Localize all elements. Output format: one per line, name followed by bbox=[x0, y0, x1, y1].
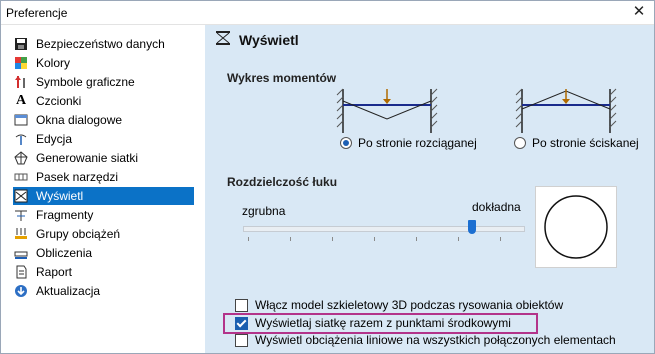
calculations-icon bbox=[13, 245, 29, 261]
title-bar: Preferencje ✕ bbox=[1, 1, 654, 25]
floppy-disk-icon bbox=[13, 36, 29, 52]
fragments-icon bbox=[13, 207, 29, 223]
checkbox-label: Włącz model szkieletowy 3D podczas rysow… bbox=[255, 298, 564, 312]
radio-button[interactable] bbox=[340, 137, 352, 149]
checkbox[interactable] bbox=[235, 298, 248, 312]
radio-label: Po stronie rozciąganej bbox=[358, 136, 477, 150]
report-icon bbox=[13, 264, 29, 280]
slider-tick bbox=[416, 237, 417, 241]
slider-tick bbox=[248, 237, 249, 241]
checkbox-label: Wyświetlaj siatkę razem z punktami środk… bbox=[255, 316, 511, 330]
sidebar: Bezpieczeństwo danych Kolory Symbole gra… bbox=[1, 25, 202, 353]
preferences-window: Preferencje ✕ Bezpieczeństwo danych Kolo… bbox=[0, 0, 655, 354]
color-palette-icon bbox=[13, 55, 29, 71]
sidebar-item-update[interactable]: Aktualizacja bbox=[13, 282, 194, 300]
wireframe-3d-checkbox[interactable]: Włącz model szkieletowy 3D podczas rysow… bbox=[235, 298, 563, 312]
sidebar-item-toolbar[interactable]: Pasek narzędzi bbox=[13, 168, 194, 186]
radio-label: Po stronie ściskanej bbox=[532, 136, 639, 150]
update-icon bbox=[13, 283, 29, 299]
mesh-with-midpoints-checkbox[interactable]: Wyświetlaj siatkę razem z punktami środk… bbox=[235, 316, 511, 330]
sidebar-item-edit[interactable]: Edycja bbox=[13, 130, 194, 148]
sidebar-item-load-groups[interactable]: Grupy obciążeń bbox=[13, 225, 194, 243]
sidebar-item-fonts[interactable]: A Czcionki bbox=[13, 92, 194, 110]
toolbar-icon bbox=[13, 169, 29, 185]
sidebar-item-label: Raport bbox=[36, 265, 73, 279]
arc-preview bbox=[535, 186, 617, 268]
mesh-icon bbox=[13, 150, 29, 166]
sidebar-item-label: Okna dialogowe bbox=[36, 113, 123, 127]
sidebar-item-label: Kolory bbox=[36, 56, 71, 70]
panel-header: Wyświetl bbox=[215, 31, 299, 48]
slider-tick bbox=[332, 237, 333, 241]
sidebar-item-mesh-generation[interactable]: Generowanie siatki bbox=[13, 149, 194, 167]
sidebar-item-label: Wyświetl bbox=[36, 189, 84, 203]
sidebar-item-label: Symbole graficzne bbox=[36, 75, 135, 89]
sidebar-item-label: Fragmenty bbox=[36, 208, 94, 222]
checkbox-label: Wyświetl obciążenia liniowe na wszystkic… bbox=[255, 333, 616, 347]
tension-side-diagram bbox=[336, 88, 438, 133]
slider-min-label: zgrubna bbox=[242, 204, 286, 218]
graphic-symbols-icon bbox=[13, 74, 29, 90]
sidebar-item-colors[interactable]: Kolory bbox=[13, 54, 194, 72]
sidebar-item-label: Obliczenia bbox=[36, 246, 93, 260]
compression-side-radio[interactable]: Po stronie ściskanej bbox=[514, 136, 639, 150]
dialog-window-icon bbox=[13, 112, 29, 128]
slider-tick bbox=[500, 237, 501, 241]
sidebar-item-label: Aktualizacja bbox=[36, 284, 101, 298]
display-icon bbox=[215, 31, 231, 48]
sidebar-item-graphic-symbols[interactable]: Symbole graficzne bbox=[13, 73, 194, 91]
sidebar-item-dialogs[interactable]: Okna dialogowe bbox=[13, 111, 194, 129]
close-icon[interactable]: ✕ bbox=[630, 3, 648, 21]
arc-resolution-title: Rozdzielczość łuku bbox=[227, 175, 338, 189]
moment-chart-title: Wykres momentów bbox=[227, 71, 337, 85]
page-title: Wyświetl bbox=[239, 31, 299, 48]
sidebar-item-label: Generowanie siatki bbox=[36, 151, 139, 165]
sidebar-item-calculations[interactable]: Obliczenia bbox=[13, 244, 194, 262]
linear-loads-checkbox[interactable]: Wyświetl obciążenia liniowe na wszystkic… bbox=[235, 333, 616, 347]
slider-tick bbox=[458, 237, 459, 241]
tension-side-radio[interactable]: Po stronie rozciąganej bbox=[340, 136, 477, 150]
arc-resolution-slider-track[interactable] bbox=[243, 226, 525, 232]
sidebar-item-label: Edycja bbox=[36, 132, 73, 146]
window-title: Preferencje bbox=[6, 6, 68, 20]
checkbox[interactable] bbox=[235, 316, 248, 330]
slider-tick bbox=[290, 237, 291, 241]
sidebar-item-label: Bezpieczeństwo danych bbox=[36, 37, 165, 51]
slider-max-label: dokładna bbox=[472, 200, 521, 214]
sidebar-item-report[interactable]: Raport bbox=[13, 263, 194, 281]
sidebar-item-display[interactable]: Wyświetl bbox=[13, 187, 194, 205]
font-letter-icon: A bbox=[15, 93, 27, 108]
edit-icon bbox=[13, 131, 29, 147]
sidebar-item-label: Grupy obciążeń bbox=[36, 227, 121, 241]
arc-resolution-slider-thumb[interactable] bbox=[468, 220, 476, 234]
sidebar-item-fragments[interactable]: Fragmenty bbox=[13, 206, 194, 224]
checkbox[interactable] bbox=[235, 333, 248, 347]
sidebar-item-data-security[interactable]: Bezpieczeństwo danych bbox=[13, 35, 194, 53]
radio-button[interactable] bbox=[514, 137, 526, 149]
compression-side-diagram bbox=[515, 88, 617, 133]
slider-tick bbox=[374, 237, 375, 241]
sidebar-item-label: Pasek narzędzi bbox=[36, 170, 119, 184]
settings-panel: Wyświetl Wykres momentów Po stronie rozc… bbox=[205, 25, 654, 353]
load-groups-icon bbox=[13, 226, 29, 242]
sidebar-item-label: Czcionki bbox=[36, 94, 82, 108]
display-icon bbox=[13, 188, 29, 204]
